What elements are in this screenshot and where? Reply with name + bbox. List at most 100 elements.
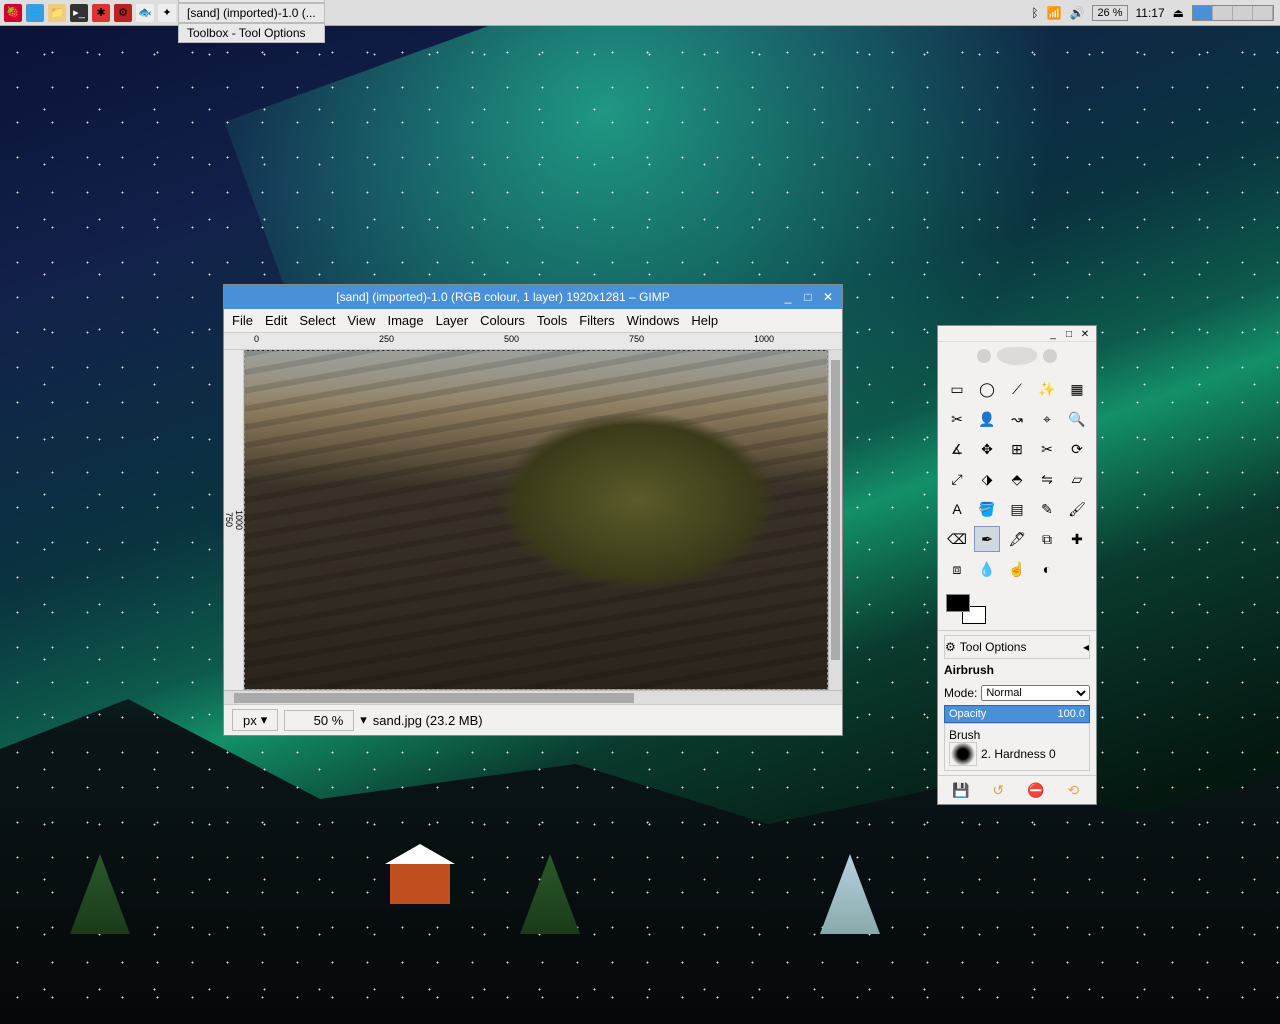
fg-bg-colors[interactable]: [938, 588, 1096, 630]
tool-paintbrush[interactable]: 🖌: [1064, 496, 1090, 522]
taskbar-task[interactable]: Toolbox - Tool Options: [178, 23, 325, 43]
workspace-3[interactable]: [1233, 6, 1253, 20]
maximize-button[interactable]: □: [800, 289, 816, 305]
app-icon[interactable]: ✱: [92, 4, 110, 22]
workspace-2[interactable]: [1213, 6, 1233, 20]
tool-scale[interactable]: ⤢: [944, 466, 970, 492]
tool-paths[interactable]: ↝: [1004, 406, 1030, 432]
tool-options-header[interactable]: ⚙ Tool Options ◂: [944, 635, 1090, 659]
tool-align[interactable]: ⊞: [1004, 436, 1030, 462]
app-icon[interactable]: 🐟: [136, 4, 154, 22]
web-browser-icon[interactable]: 🌐: [26, 4, 44, 22]
tool-smudge[interactable]: ☝: [1004, 556, 1030, 582]
tool-eraser[interactable]: ⌫: [944, 526, 970, 552]
opacity-slider[interactable]: Opacity 100.0: [944, 705, 1090, 723]
tool-crop[interactable]: ✂: [1034, 436, 1060, 462]
gimp-titlebar[interactable]: [sand] (imported)-1.0 (RGB colour, 1 lay…: [224, 285, 842, 309]
ruler-horizontal[interactable]: 02505007501000: [224, 332, 842, 350]
zoom-field[interactable]: 50 %: [284, 710, 354, 731]
bluetooth-icon[interactable]: ᛒ: [1031, 6, 1038, 20]
restore-preset-icon[interactable]: ↺: [988, 780, 1008, 800]
menu-view[interactable]: View: [348, 313, 376, 328]
tool-bucket[interactable]: 🪣: [974, 496, 1000, 522]
close-button[interactable]: ✕: [820, 289, 836, 305]
menu-file[interactable]: File: [232, 313, 253, 328]
menu-windows[interactable]: Windows: [627, 313, 680, 328]
tool-blur[interactable]: 💧: [974, 556, 1000, 582]
menu-help[interactable]: Help: [691, 313, 718, 328]
brush-label: Brush: [949, 728, 1085, 742]
menu-filters[interactable]: Filters: [579, 313, 614, 328]
clock[interactable]: 11:17: [1136, 6, 1165, 20]
unit-selector[interactable]: px▾: [232, 709, 278, 731]
zoom-dropdown[interactable]: ▾: [360, 712, 367, 728]
tool-color-picker[interactable]: ⌖: [1034, 406, 1060, 432]
scrollbar-vertical[interactable]: [828, 350, 842, 690]
close-button[interactable]: ✕: [1078, 328, 1092, 340]
tool-text[interactable]: A: [944, 496, 970, 522]
mode-row: Mode: Normal: [944, 685, 1090, 701]
tool-color-select[interactable]: ▦: [1064, 376, 1090, 402]
tool-ink[interactable]: 🖋: [1004, 526, 1030, 552]
tool-heal[interactable]: ✚: [1064, 526, 1090, 552]
tool-fuzzy-select[interactable]: ✨: [1034, 376, 1060, 402]
reset-icon[interactable]: ⟲: [1063, 780, 1083, 800]
file-manager-icon[interactable]: 📁: [48, 4, 66, 22]
menu-tools[interactable]: Tools: [537, 313, 567, 328]
app-icon[interactable]: ⚙: [114, 4, 132, 22]
eject-icon[interactable]: ⏏: [1173, 6, 1184, 20]
scrollbar-horizontal[interactable]: [224, 690, 842, 704]
tool-measure[interactable]: ∡: [944, 436, 970, 462]
taskbar-task[interactable]: [sand] (imported)-1.0 (...: [178, 3, 325, 23]
minimize-button[interactable]: _: [780, 289, 796, 305]
tool-dodge[interactable]: ◐: [1034, 556, 1060, 582]
volume-icon[interactable]: 🔊: [1069, 6, 1084, 20]
maximize-button[interactable]: □: [1062, 328, 1076, 340]
gimp-title: [sand] (imported)-1.0 (RGB colour, 1 lay…: [230, 290, 776, 304]
tool-airbrush[interactable]: ✒: [974, 526, 1000, 552]
menu-select[interactable]: Select: [299, 313, 335, 328]
tool-free-select[interactable]: ⟋: [1004, 376, 1030, 402]
tool-foreground-sel[interactable]: 👤: [974, 406, 1000, 432]
ruler-vertical[interactable]: 75010001: [224, 350, 244, 690]
image-canvas[interactable]: [244, 350, 828, 690]
tool-scissors[interactable]: ✂: [944, 406, 970, 432]
workspace-pager[interactable]: [1192, 5, 1274, 21]
wifi-icon[interactable]: 📶: [1047, 6, 1062, 20]
app-icon[interactable]: ✦: [158, 4, 176, 22]
gimp-toolbox-window: _ □ ✕ ▭◯⟋✨▦✂👤↝⌖🔍∡✥⊞✂⟳⤢⬗⬘⇋▱A🪣▤✎🖌⌫✒🖋⧉✚⧈💧☝◐…: [937, 325, 1097, 805]
tool-rect-select[interactable]: ▭: [944, 376, 970, 402]
minimize-button[interactable]: _: [1046, 328, 1060, 340]
tool-flip[interactable]: ⇋: [1034, 466, 1060, 492]
tool-cage[interactable]: ▱: [1064, 466, 1090, 492]
delete-preset-icon[interactable]: ⛔: [1026, 780, 1046, 800]
tool-clone[interactable]: ⧉: [1034, 526, 1060, 552]
workspace-1[interactable]: [1193, 6, 1213, 20]
tool-move[interactable]: ✥: [974, 436, 1000, 462]
config-icon: ⚙: [945, 640, 956, 654]
fg-color-swatch[interactable]: [946, 594, 970, 612]
menu-image[interactable]: Image: [387, 313, 423, 328]
battery-indicator[interactable]: 26 %: [1092, 5, 1127, 21]
workspace-4[interactable]: [1253, 6, 1273, 20]
tool-rotate[interactable]: ⟳: [1064, 436, 1090, 462]
tool-ellipse-select[interactable]: ◯: [974, 376, 1000, 402]
tool-zoom[interactable]: 🔍: [1064, 406, 1090, 432]
tool-perspective-clone[interactable]: ⧈: [944, 556, 970, 582]
brush-selector[interactable]: 2. Hardness 0: [949, 742, 1085, 766]
terminal-icon[interactable]: ▸_: [70, 4, 88, 22]
raspberry-menu-icon[interactable]: 🍓: [4, 4, 22, 22]
save-preset-icon[interactable]: 💾: [951, 780, 971, 800]
detach-icon[interactable]: ◂: [1083, 640, 1089, 654]
menu-edit[interactable]: Edit: [265, 313, 287, 328]
tool-perspective[interactable]: ⬘: [1004, 466, 1030, 492]
tool-shear[interactable]: ⬗: [974, 466, 1000, 492]
brush-box: Brush 2. Hardness 0: [944, 723, 1090, 771]
taskbar-tasks: [xsnow][sand] (imported)-1.0 (...Toolbox…: [176, 0, 325, 43]
mode-select[interactable]: Normal: [981, 685, 1090, 701]
canvas-area: 75010001: [224, 350, 842, 690]
tool-pencil[interactable]: ✎: [1034, 496, 1060, 522]
menu-layer[interactable]: Layer: [436, 313, 469, 328]
tool-blend[interactable]: ▤: [1004, 496, 1030, 522]
menu-colours[interactable]: Colours: [480, 313, 525, 328]
